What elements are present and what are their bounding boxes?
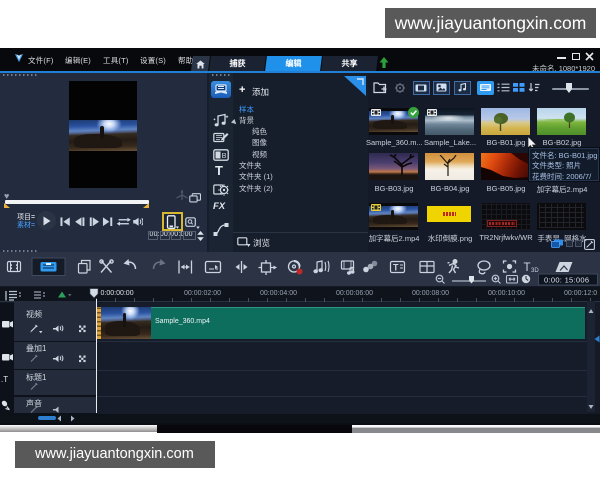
svg-text:T: T [524,262,531,274]
svg-text:.T: .T [1,375,8,384]
svg-text:0:00: 15:006: 0:00: 15:006 [544,275,589,284]
svg-text:B: B [222,153,227,160]
svg-text:T: T [393,262,399,272]
svg-text:3D: 3D [531,268,539,274]
